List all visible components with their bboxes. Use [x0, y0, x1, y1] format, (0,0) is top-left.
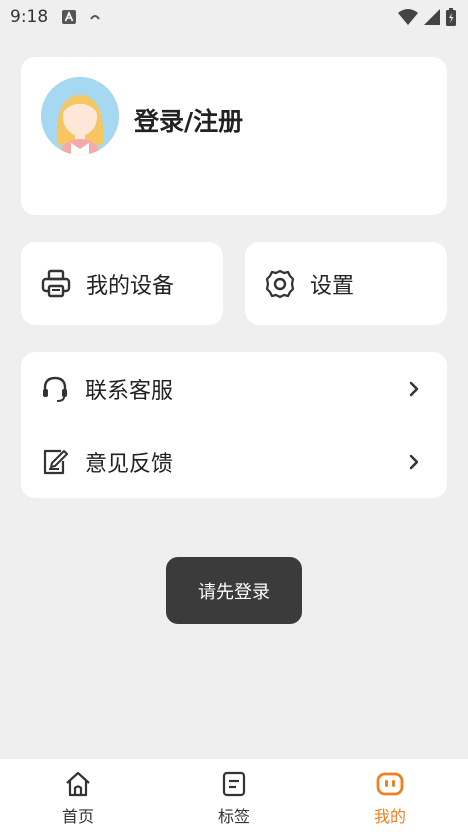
printer-icon — [41, 269, 71, 297]
headset-icon — [43, 376, 67, 402]
feedback-row[interactable]: 意见反馈 — [21, 425, 447, 498]
status-bar: 9:18 — [0, 0, 468, 34]
tab-home-label: 首页 — [61, 807, 94, 826]
my-devices-label: 我的设备 — [86, 273, 175, 299]
tab-tags-label: 标签 — [217, 807, 250, 826]
login-register-label[interactable]: 登录/注册 — [134, 102, 243, 138]
gear-icon — [265, 269, 295, 298]
chevron-right-icon — [409, 381, 419, 396]
feedback-label: 意见反馈 — [85, 451, 174, 477]
bottom-tab-bar: 首页 标签 我的 — [0, 759, 468, 832]
status-time: 9:18 — [10, 7, 49, 27]
profile-card[interactable]: 登录/注册 — [21, 57, 447, 215]
my-devices-button[interactable]: 我的设备 — [21, 242, 223, 325]
edit-note-icon — [43, 449, 68, 474]
avatar[interactable] — [41, 77, 119, 155]
settings-label: 设置 — [310, 273, 355, 299]
tab-tags[interactable]: 标签 — [156, 759, 312, 832]
service-list-card: 联系客服 意见反馈 — [21, 352, 447, 498]
home-icon — [66, 771, 90, 797]
tab-home[interactable]: 首页 — [0, 759, 156, 832]
settings-button[interactable]: 设置 — [245, 242, 447, 325]
wifi-icon — [398, 9, 418, 25]
notification-dot-icon — [90, 15, 101, 20]
girl-avatar-icon — [41, 77, 119, 155]
customer-service-row[interactable]: 联系客服 — [21, 352, 447, 425]
receipt-icon — [222, 771, 246, 797]
customer-service-label: 联系客服 — [85, 378, 174, 404]
battery-icon — [446, 8, 456, 26]
login-required-toast: 请先登录 — [166, 557, 302, 624]
robot-face-icon — [376, 772, 404, 796]
tab-mine-label: 我的 — [373, 807, 406, 826]
chevron-right-icon — [409, 454, 419, 469]
tab-mine[interactable]: 我的 — [312, 759, 468, 832]
cell-signal-icon — [424, 9, 440, 25]
notification-a-icon — [62, 10, 77, 24]
